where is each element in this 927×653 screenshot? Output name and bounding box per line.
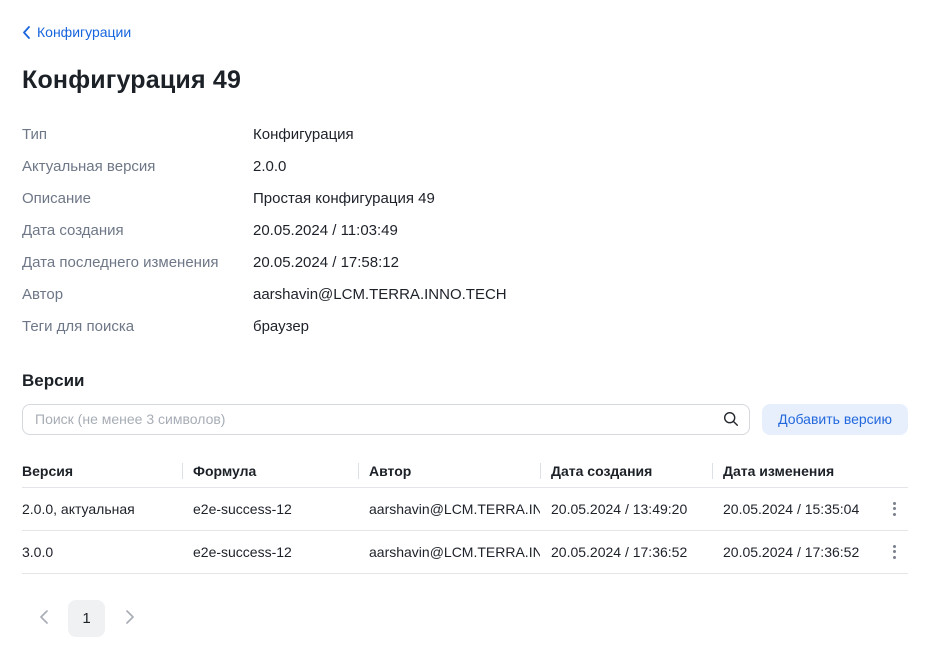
row-actions (870, 498, 908, 520)
cell-formula: e2e-success-12 (182, 544, 358, 560)
versions-table: Версия Формула Автор Дата создания Дата … (22, 455, 908, 574)
cell-version: 2.0.0, актуальная (22, 501, 182, 517)
column-header-author: Автор (358, 463, 540, 479)
detail-value: Конфигурация (253, 125, 908, 145)
column-header-created: Дата создания (540, 463, 712, 479)
detail-row-description: Описание Простая конфигурация 49 (22, 189, 908, 209)
detail-value: 20.05.2024 / 17:58:12 (253, 253, 908, 273)
versions-table-body: 2.0.0, актуальная e2e-success-12 aarshav… (22, 488, 908, 574)
versions-search-input[interactable] (22, 404, 750, 435)
configuration-detail-page: Конфигурации Конфигурация 49 Тип Конфигу… (0, 0, 927, 637)
cell-modified: 20.05.2024 / 15:35:04 (712, 501, 870, 517)
detail-row-created-date: Дата создания 20.05.2024 / 11:03:49 (22, 221, 908, 241)
page-title: Конфигурация 49 (22, 66, 908, 95)
table-row[interactable]: 3.0.0 e2e-success-12 aarshavin@LCM.TERRA… (22, 531, 908, 574)
column-header-formula: Формула (182, 463, 358, 479)
add-version-button[interactable]: Добавить версию (762, 404, 908, 435)
detail-label: Актуальная версия (22, 157, 253, 177)
cell-formula: e2e-success-12 (182, 501, 358, 517)
cell-author: aarshavin@LCM.TERRA.INNO.TECH (358, 544, 540, 560)
detail-row-modified-date: Дата последнего изменения 20.05.2024 / 1… (22, 253, 908, 273)
versions-section-heading: Версии (22, 371, 908, 391)
detail-label: Тип (22, 125, 253, 145)
back-to-configurations-link[interactable]: Конфигурации (22, 24, 131, 40)
detail-row-author: Автор aarshavin@LCM.TERRA.INNO.TECH (22, 285, 908, 305)
row-actions (870, 541, 908, 563)
detail-row-type: Тип Конфигурация (22, 125, 908, 145)
versions-table-header: Версия Формула Автор Дата создания Дата … (22, 455, 908, 488)
pagination-prev-button[interactable] (31, 606, 55, 630)
column-header-modified: Дата изменения (712, 463, 870, 479)
pagination: 1 (22, 600, 908, 637)
detail-label: Теги для поиска (22, 317, 253, 337)
detail-row-tags: Теги для поиска браузер (22, 317, 908, 337)
detail-value: 20.05.2024 / 11:03:49 (253, 221, 908, 241)
pagination-page-1[interactable]: 1 (68, 600, 105, 637)
table-row[interactable]: 2.0.0, актуальная e2e-success-12 aarshav… (22, 488, 908, 531)
column-header-version: Версия (22, 463, 182, 479)
chevron-right-icon (126, 610, 135, 627)
detail-label: Автор (22, 285, 253, 305)
search-field-wrapper (22, 404, 750, 435)
versions-toolbar: Добавить версию (22, 404, 908, 435)
detail-label: Описание (22, 189, 253, 209)
back-link-label: Конфигурации (37, 24, 131, 40)
cell-version: 3.0.0 (22, 544, 182, 560)
chevron-left-icon (39, 610, 48, 627)
detail-value: браузер (253, 317, 908, 337)
detail-value: aarshavin@LCM.TERRA.INNO.TECH (253, 285, 908, 305)
kebab-menu-icon[interactable] (889, 541, 900, 563)
detail-label: Дата последнего изменения (22, 253, 253, 273)
detail-value: Простая конфигурация 49 (253, 189, 908, 209)
detail-row-actual-version: Актуальная версия 2.0.0 (22, 157, 908, 177)
configuration-details: Тип Конфигурация Актуальная версия 2.0.0… (22, 125, 908, 337)
pagination-next-button[interactable] (118, 606, 142, 630)
cell-created: 20.05.2024 / 13:49:20 (540, 501, 712, 517)
cell-author: aarshavin@LCM.TERRA.INNO.TECH (358, 501, 540, 517)
cell-modified: 20.05.2024 / 17:36:52 (712, 544, 870, 560)
detail-value: 2.0.0 (253, 157, 908, 177)
kebab-menu-icon[interactable] (889, 498, 900, 520)
search-icon[interactable] (723, 411, 739, 427)
detail-label: Дата создания (22, 221, 253, 241)
chevron-left-icon (22, 26, 30, 39)
cell-created: 20.05.2024 / 17:36:52 (540, 544, 712, 560)
